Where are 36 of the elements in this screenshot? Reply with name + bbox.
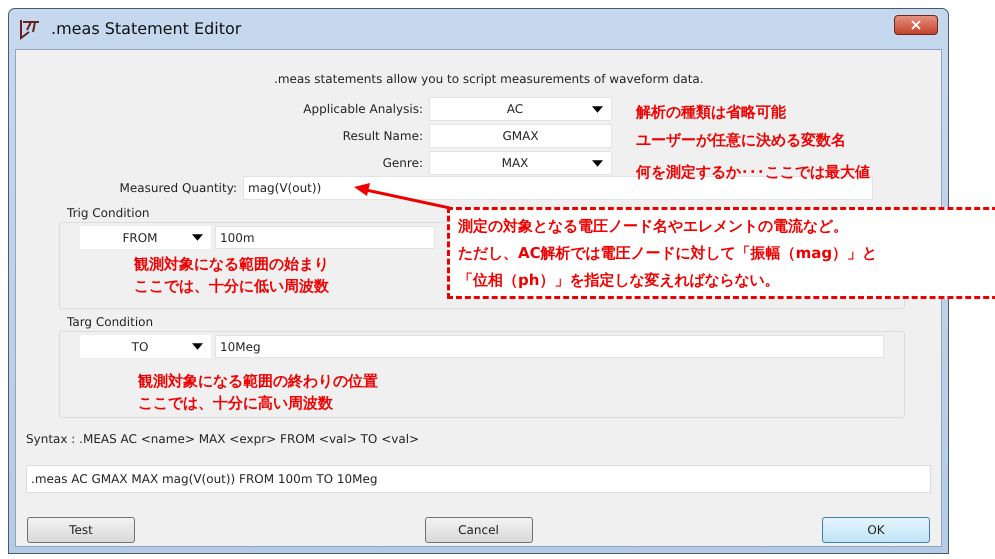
dropdown[interactable]: FROM [80, 226, 211, 249]
description-text: .meas statements allow you to script measurements of waveform data. [274, 72, 704, 86]
close-button[interactable] [894, 15, 938, 35]
callout-text: 「位相（ph）」を指定しな変えればならない。 [458, 270, 780, 291]
window-title: .meas Statement Editor [51, 18, 242, 40]
caret-icon [592, 106, 603, 112]
dialog-button[interactable]: Cancel [424, 517, 532, 543]
group-title: Trig Condition [67, 206, 150, 220]
input-field[interactable]: 10Meg [215, 335, 884, 358]
dropdown[interactable]: TO [80, 335, 211, 358]
syntax-text: Syntax : .MEAS AC <name> MAX <expr> FROM <val> TO <val> [26, 432, 420, 446]
dropdown[interactable]: AC [429, 97, 612, 121]
caret-icon [192, 343, 203, 350]
input-field[interactable]: GMAX [429, 124, 612, 148]
annotation-text: ここでは、十分に高い周波数 [138, 393, 333, 414]
group-title: Targ Condition [67, 315, 154, 329]
annotation-text: 観測対象になる範囲の始まり [134, 254, 329, 275]
annotation-text: 観測対象になる範囲の終わりの位置 [138, 371, 378, 392]
annotation-text: ユーザーが任意に決める変数名 [636, 130, 846, 150]
input-field[interactable]: 100m [215, 226, 435, 249]
field-label: Result Name: [342, 129, 423, 143]
field-label: Measured Quantity: [120, 181, 237, 195]
close-icon [909, 18, 923, 32]
statement-field[interactable]: .meas AC GMAX MAX mag(V(out)) FROM 100m TO 10Meg [26, 465, 931, 493]
annotation-text: 解析の種類は省略可能 [636, 102, 786, 122]
field-label: Applicable Analysis: [303, 102, 423, 116]
field-label: Genre: [382, 156, 423, 170]
dialog-button[interactable]: Test [27, 517, 135, 543]
dialog-button[interactable]: OK [822, 517, 930, 543]
caret-icon [592, 160, 603, 166]
callout-text: 測定の対象となる電圧ノード名やエレメントの電流など。 [458, 216, 848, 237]
callout-text: ただし、AC解析では電圧ノードに対して「振幅（mag）」と [458, 243, 878, 264]
app-logo-icon [19, 18, 41, 40]
caret-icon [192, 234, 203, 241]
annotation-text: ここでは、十分に低い周波数 [134, 276, 329, 297]
dropdown[interactable]: MAX [429, 151, 612, 175]
